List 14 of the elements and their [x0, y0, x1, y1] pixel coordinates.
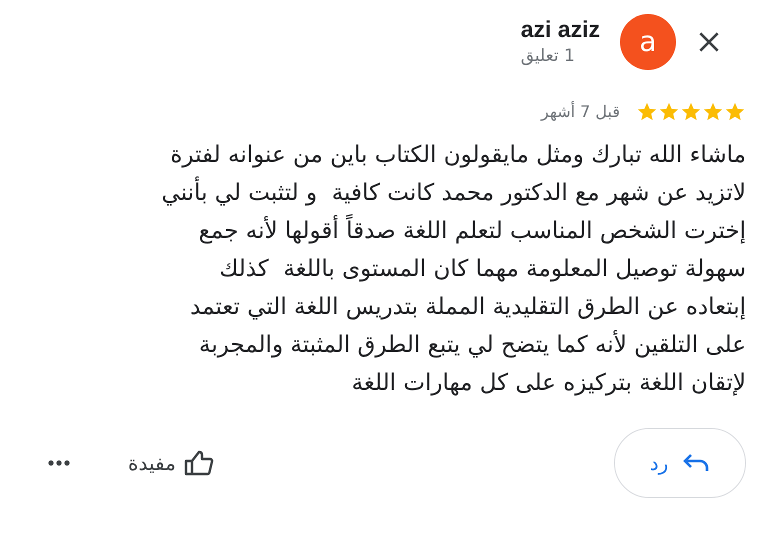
star-icon — [702, 101, 724, 123]
reply-button[interactable]: رد — [614, 428, 746, 498]
star-icon — [636, 101, 658, 123]
review-count: 1 تعليق — [520, 45, 575, 68]
thumbs-up-icon — [184, 450, 214, 476]
more-options-icon[interactable] — [48, 460, 70, 466]
star-icon — [680, 101, 702, 123]
review-text: ماشاء الله تبارك ومثل مايقولون الكتاب باين من عنوانه لفترة لاتزيد عن شهر مع الدكتور محمد كانت كافية و لتثبت لي بأنني إخترت الشخص المناسب لتعلم اللغة صدقاً أقولها لأنه جمع سهولة توصيل المعلومة مهما كان المستوى باللغة كذلك إبتعاده عن الطرق التقليدية المملة بتدريس اللغة التي تعتمد على التلقين لأنه كما يتضح لي يتبع الطرق المثبتة والمجربة لإتقان اللغة بتركيزه على كل مهارات اللغة — [160, 141, 746, 398]
review-time: قبل 7 أشهر — [540, 100, 620, 123]
reviewer-name[interactable]: azi aziz — [520, 15, 600, 43]
star-icon — [724, 101, 746, 123]
star-icon — [658, 101, 680, 123]
helpful-button[interactable]: مفيدة — [128, 448, 214, 478]
avatar: a — [620, 14, 676, 70]
